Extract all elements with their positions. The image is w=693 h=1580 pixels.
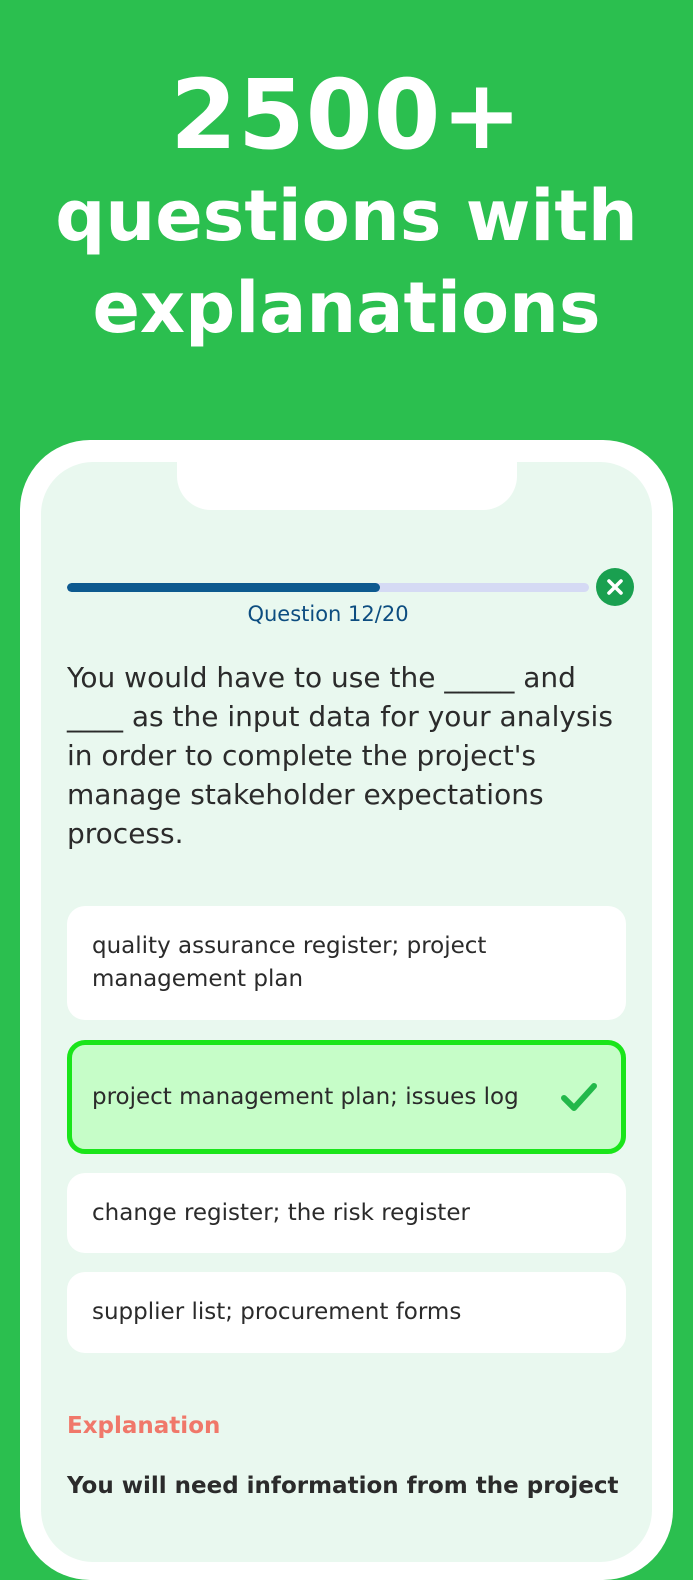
progress-bar (67, 583, 589, 592)
close-circle-icon (607, 579, 623, 595)
checkmark-icon (561, 1083, 597, 1111)
answer-option-label: supplier list; procurement forms (92, 1299, 462, 1325)
question-text: You would have to use the _____ and ____… (67, 661, 613, 850)
answer-option-label: quality assurance register; project mana… (92, 933, 487, 992)
answer-option-3[interactable]: change register; the risk register (67, 1173, 626, 1253)
phone-notch (177, 440, 517, 510)
hero-line-2: questions with (55, 175, 638, 257)
answer-option-label: project management plan; issues log (92, 1083, 519, 1110)
explanation-text: You will need information from the proje… (67, 1473, 619, 1499)
answer-option-label: change register; the risk register (92, 1199, 470, 1226)
close-button[interactable] (596, 568, 634, 606)
answer-option-4[interactable]: supplier list; procurement forms (67, 1272, 626, 1353)
hero-headline: 2500+ questions with explanations (0, 60, 693, 354)
hero-count: 2500+ (170, 59, 523, 171)
answer-option-1[interactable]: quality assurance register; project mana… (67, 906, 626, 1020)
question-counter: Question 12/20 (247, 602, 409, 626)
progress-bar-fill (67, 583, 381, 592)
hero-line-3: explanations (92, 267, 601, 349)
explanation-title: Explanation (67, 1413, 221, 1439)
answer-option-2-correct[interactable]: project management plan; issues log (67, 1040, 626, 1154)
